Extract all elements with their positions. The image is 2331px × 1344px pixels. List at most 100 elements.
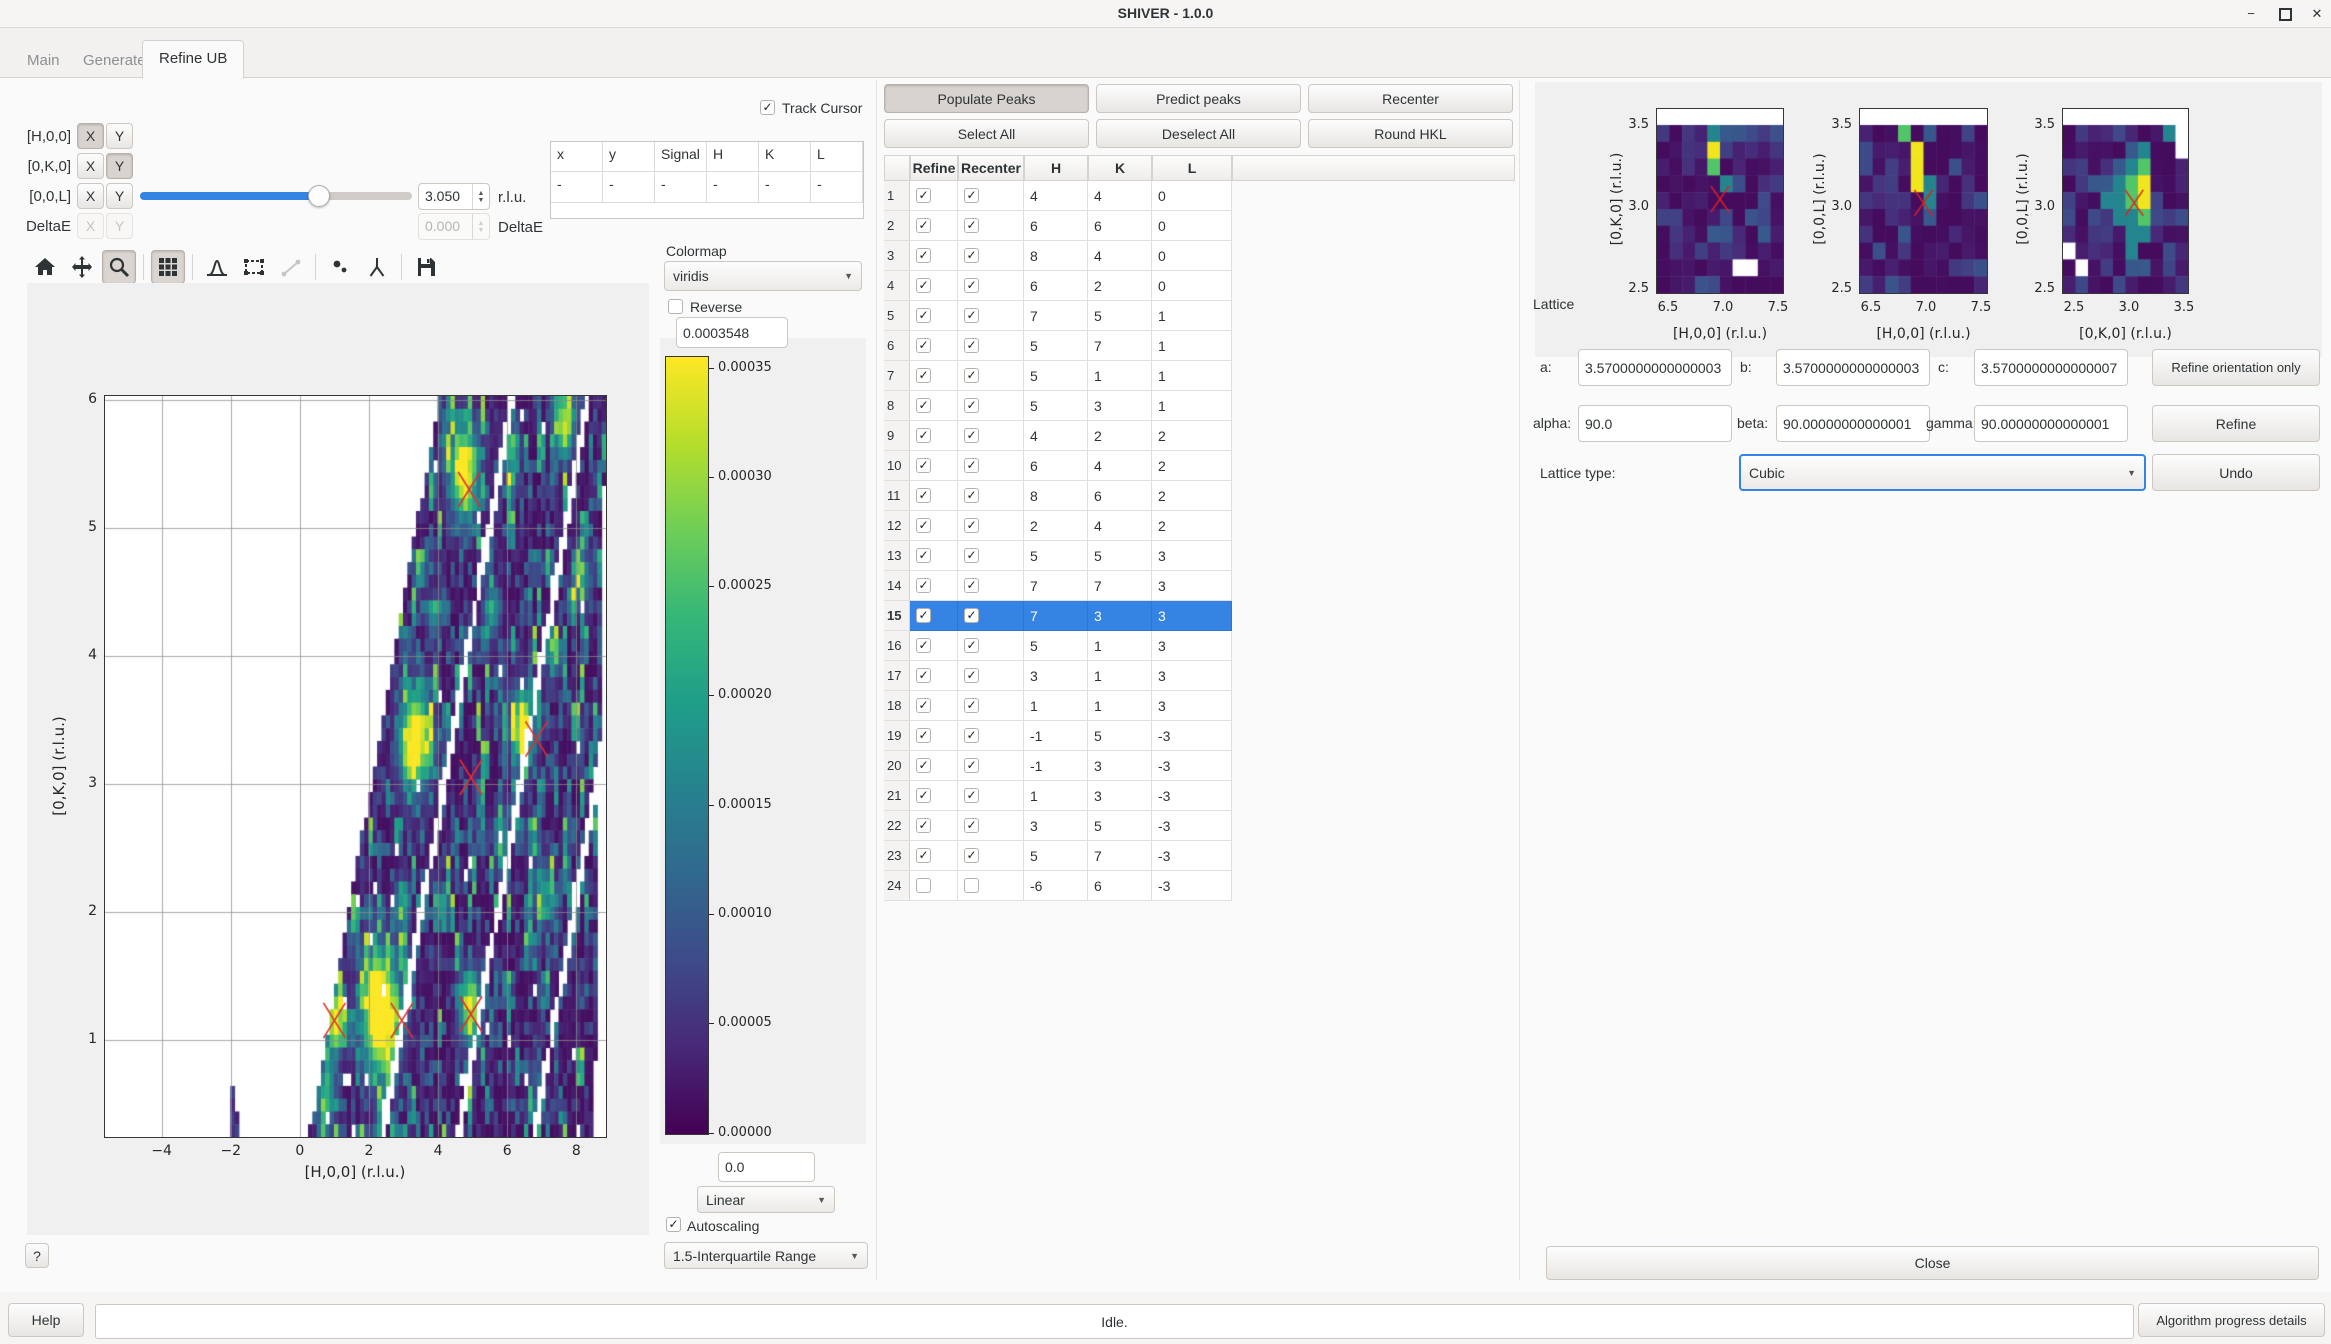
peaks-cell-h[interactable]: 4 <box>1024 421 1088 451</box>
zoom-icon[interactable] <box>102 250 136 284</box>
peaks-cell-recenter[interactable]: ✓ <box>958 751 1024 781</box>
peaks-cell-h[interactable]: -1 <box>1024 721 1088 751</box>
peaks-recenter-checkbox[interactable]: ✓ <box>964 278 979 293</box>
peaks-row-number[interactable]: 10 <box>884 451 910 481</box>
peaks-refine-checkbox[interactable]: ✓ <box>916 788 931 803</box>
peaks-cell-refine[interactable]: ✓ <box>910 661 958 691</box>
peaks-cell-k[interactable]: 6 <box>1088 871 1152 901</box>
peaks-row-number[interactable]: 12 <box>884 511 910 541</box>
peaks-refine-checkbox[interactable]: ✓ <box>916 518 931 533</box>
recenter-button[interactable]: Recenter <box>1308 84 1513 113</box>
peaks-recenter-checkbox[interactable]: ✓ <box>964 818 979 833</box>
peaks-cell-recenter[interactable]: ✓ <box>958 241 1024 271</box>
deselect-all-button[interactable]: Deselect All <box>1096 119 1301 148</box>
peaks-row-number[interactable]: 6 <box>884 331 910 361</box>
peaks-cell-h[interactable]: 7 <box>1024 571 1088 601</box>
l-slider-handle[interactable] <box>308 185 330 207</box>
plot-help-button[interactable]: ? <box>25 1243 49 1268</box>
peaks-cell-k[interactable]: 4 <box>1088 241 1152 271</box>
peaks-cell-refine[interactable]: ✓ <box>910 571 958 601</box>
peaks-recenter-checkbox[interactable]: ✓ <box>964 188 979 203</box>
peaks-row-number[interactable]: 15 <box>884 601 910 631</box>
peaks-cell-recenter[interactable]: ✓ <box>958 661 1024 691</box>
peaks-cell-refine[interactable]: ✓ <box>910 871 958 901</box>
peaks-cell-refine[interactable]: ✓ <box>910 541 958 571</box>
peaks-recenter-checkbox[interactable]: ✓ <box>964 608 979 623</box>
peaks-cell-l[interactable]: 0 <box>1152 211 1232 241</box>
peaks-cell-h[interactable]: 5 <box>1024 331 1088 361</box>
peaks-cell-recenter[interactable]: ✓ <box>958 871 1024 901</box>
peaks-refine-checkbox[interactable]: ✓ <box>916 368 931 383</box>
peaks-cell-recenter[interactable]: ✓ <box>958 481 1024 511</box>
peaks-recenter-checkbox[interactable]: ✓ <box>964 518 979 533</box>
peaks-cell-recenter[interactable]: ✓ <box>958 391 1024 421</box>
peaks-cell-h[interactable]: 3 <box>1024 661 1088 691</box>
peaks-cell-h[interactable]: 7 <box>1024 601 1088 631</box>
range-mode-select[interactable]: 1.5-Interquartile Range ▼ <box>664 1242 868 1269</box>
peaks-cell-h[interactable]: 5 <box>1024 361 1088 391</box>
peaks-cell-refine[interactable]: ✓ <box>910 631 958 661</box>
peaks-cell-refine[interactable]: ✓ <box>910 691 958 721</box>
peaks-row-number[interactable]: 19 <box>884 721 910 751</box>
peaks-cell-l[interactable]: 2 <box>1152 481 1232 511</box>
h-y-button[interactable]: Y <box>106 123 133 149</box>
gamma-field[interactable] <box>1974 405 2128 442</box>
select-all-button[interactable]: Select All <box>884 119 1089 148</box>
peaks-refine-checkbox[interactable]: ✓ <box>916 218 931 233</box>
peaks-recenter-checkbox[interactable]: ✓ <box>964 878 979 893</box>
peaks-cell-l[interactable]: 3 <box>1152 691 1232 721</box>
close-icon[interactable]: ✕ <box>2304 3 2330 24</box>
c-field[interactable] <box>1974 349 2128 386</box>
peaks-cell-l[interactable]: 0 <box>1152 241 1232 271</box>
peaks-recenter-checkbox[interactable]: ✓ <box>964 668 979 683</box>
peaks-refine-checkbox[interactable]: ✓ <box>916 188 931 203</box>
peaks-cell-k[interactable]: 5 <box>1088 811 1152 841</box>
peaks-recenter-checkbox[interactable]: ✓ <box>964 788 979 803</box>
peaks-cell-l[interactable]: -3 <box>1152 751 1232 781</box>
peaks-cell-recenter[interactable]: ✓ <box>958 361 1024 391</box>
peaks-cell-recenter[interactable]: ✓ <box>958 631 1024 661</box>
track-cursor-checkbox[interactable]: ✓ <box>760 100 775 115</box>
peaks-recenter-checkbox[interactable]: ✓ <box>964 848 979 863</box>
help-button[interactable]: Help <box>8 1303 84 1337</box>
peaks-row-number[interactable]: 1 <box>884 181 910 211</box>
line-plot-icon[interactable] <box>200 250 234 284</box>
peaks-cell-recenter[interactable]: ✓ <box>958 841 1024 871</box>
peaks-refine-checkbox[interactable]: ✓ <box>916 728 931 743</box>
peaks-cell-k[interactable]: 5 <box>1088 541 1152 571</box>
peaks-cell-k[interactable]: 3 <box>1088 781 1152 811</box>
peaks-cell-refine[interactable]: ✓ <box>910 241 958 271</box>
peaks-cell-h[interactable]: 6 <box>1024 451 1088 481</box>
peaks-cell-recenter[interactable]: ✓ <box>958 691 1024 721</box>
peaks-recenter-checkbox[interactable]: ✓ <box>964 338 979 353</box>
peaks-cell-k[interactable]: 7 <box>1088 571 1152 601</box>
predict-peaks-button[interactable]: Predict peaks <box>1096 84 1301 113</box>
peaks-cell-l[interactable]: 3 <box>1152 571 1232 601</box>
peaks-refine-checkbox[interactable]: ✓ <box>916 398 931 413</box>
l-x-button[interactable]: X <box>77 183 104 209</box>
peaks-refine-checkbox[interactable]: ✓ <box>916 248 931 263</box>
peaks-cell-k[interactable]: 1 <box>1088 631 1152 661</box>
peaks-refine-checkbox[interactable]: ✓ <box>916 818 931 833</box>
peaks-recenter-checkbox[interactable]: ✓ <box>964 308 979 323</box>
peaks-cell-l[interactable]: -3 <box>1152 781 1232 811</box>
a-field[interactable] <box>1578 349 1732 386</box>
peaks-recenter-checkbox[interactable]: ✓ <box>964 428 979 443</box>
beta-field[interactable] <box>1776 405 1930 442</box>
peaks-row-number[interactable]: 11 <box>884 481 910 511</box>
peaks-row-number[interactable]: 23 <box>884 841 910 871</box>
peaks-cell-refine[interactable]: ✓ <box>910 451 958 481</box>
peaks-cell-k[interactable]: 4 <box>1088 451 1152 481</box>
peaks-recenter-checkbox[interactable]: ✓ <box>964 218 979 233</box>
peaks-cell-l[interactable]: -3 <box>1152 811 1232 841</box>
peaks-row-number[interactable]: 9 <box>884 421 910 451</box>
peaks-cell-l[interactable]: 0 <box>1152 181 1232 211</box>
peaks-cell-l[interactable]: 3 <box>1152 541 1232 571</box>
peaks-recenter-checkbox[interactable]: ✓ <box>964 638 979 653</box>
peaks-cell-l[interactable]: 1 <box>1152 361 1232 391</box>
peaks-cell-h[interactable]: 5 <box>1024 391 1088 421</box>
grid-icon[interactable] <box>151 250 185 284</box>
peaks-cell-l[interactable]: -3 <box>1152 841 1232 871</box>
mini-heatmap-2[interactable] <box>2063 109 2188 293</box>
peaks-cell-h[interactable]: 1 <box>1024 781 1088 811</box>
